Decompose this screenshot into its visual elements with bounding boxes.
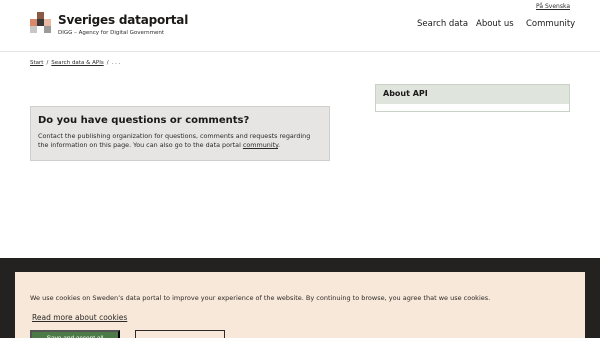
about-api-panel: About API <box>375 84 570 112</box>
breadcrumb-start[interactable]: Start <box>30 60 43 66</box>
questions-title: Do you have questions or comments? <box>38 115 250 126</box>
language-switch-link[interactable]: På Svenska <box>536 3 570 10</box>
cookie-text: We use cookies on Sweden’s data portal t… <box>30 294 491 302</box>
cookie-settings-button[interactable] <box>135 330 225 338</box>
read-more-cookies-link[interactable]: Read more about cookies <box>32 313 127 322</box>
breadcrumb-search-data[interactable]: Search data & APIs <box>51 60 103 66</box>
brand-title[interactable]: Sveriges dataportal <box>58 13 188 27</box>
cookie-banner: We use cookies on Sweden’s data portal t… <box>15 272 585 338</box>
nav-community[interactable]: Community <box>526 19 575 29</box>
breadcrumb: Start / Search data & APIs /. . . <box>30 60 120 66</box>
questions-box: Do you have questions or comments? Conta… <box>30 106 330 161</box>
breadcrumb-separator: / <box>46 60 49 66</box>
community-link[interactable]: community <box>243 141 278 149</box>
dataportal-logo-icon[interactable] <box>30 12 52 34</box>
accept-all-button[interactable]: Save and accept all <box>30 330 120 338</box>
site-header: På Svenska Sveriges dataportal DIGG – Ag… <box>0 0 600 52</box>
nav-about-us[interactable]: About us <box>476 19 514 29</box>
questions-end: . <box>278 141 281 149</box>
breadcrumb-separator: / <box>106 60 109 66</box>
nav-search-data[interactable]: Search data <box>417 19 468 29</box>
about-api-title: About API <box>376 85 569 104</box>
brand-subtitle: DIGG – Agency for Digital Government <box>58 30 164 36</box>
questions-text: Contact the publishing organization for … <box>38 132 322 150</box>
breadcrumb-current: . . . <box>111 60 121 66</box>
